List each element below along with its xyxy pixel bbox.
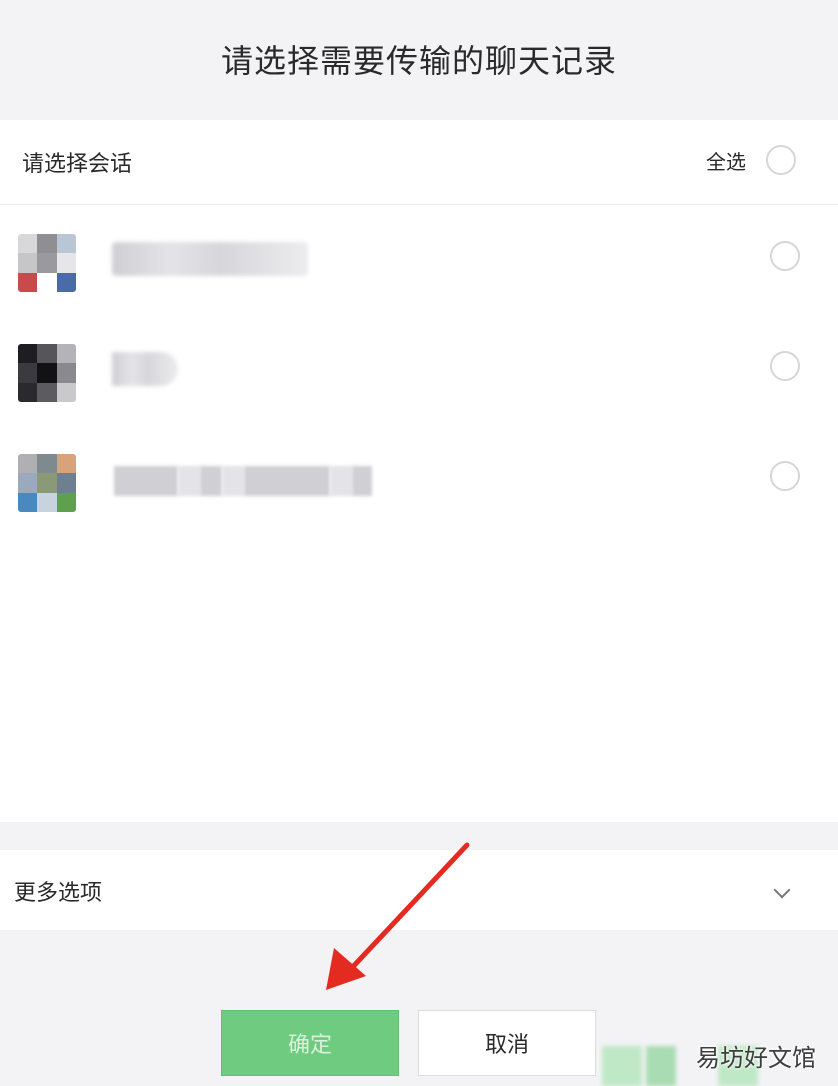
conversation-row[interactable] [0, 424, 838, 534]
more-options-label: 更多选项 [14, 881, 103, 906]
conversation-name-redacted [112, 352, 178, 386]
conversation-name-redacted [178, 466, 200, 496]
cancel-button[interactable]: 取消 [418, 1010, 596, 1076]
conversation-radio[interactable] [770, 241, 800, 271]
confirm-button[interactable]: 确定 [221, 1010, 399, 1076]
select-header: 请选择会话 全选 [0, 120, 838, 205]
conversation-name-redacted [352, 466, 372, 496]
conversation-row[interactable] [0, 314, 838, 424]
more-options-row[interactable]: 更多选项 [0, 850, 838, 930]
conversation-name-redacted [112, 242, 308, 276]
conversation-name-redacted [244, 466, 330, 496]
select-conversation-label: 请选择会话 [22, 152, 133, 177]
decorative-block [646, 1046, 676, 1086]
conversation-radio[interactable] [770, 461, 800, 491]
watermark: 易坊好文馆 [696, 1044, 816, 1072]
select-all-radio[interactable] [766, 145, 796, 175]
dialog-title: 请选择需要传输的聊天记录 [220, 42, 617, 80]
conversation-name-redacted [222, 466, 244, 496]
conversation-radio[interactable] [770, 351, 800, 381]
conversation-name-redacted [330, 466, 352, 496]
decorative-block [602, 1046, 642, 1086]
conversation-row[interactable] [0, 204, 838, 314]
conversation-avatar [18, 454, 76, 512]
conversation-name-redacted [200, 466, 222, 496]
conversation-name-redacted [114, 466, 178, 496]
conversation-panel: 请选择会话 全选 [0, 120, 838, 822]
chevron-down-icon[interactable] [773, 881, 791, 899]
dialog-header: 请选择需要传输的聊天记录 [0, 0, 838, 118]
select-all-label[interactable]: 全选 [706, 146, 746, 175]
conversation-avatar [18, 344, 76, 402]
conversation-avatar [18, 234, 76, 292]
